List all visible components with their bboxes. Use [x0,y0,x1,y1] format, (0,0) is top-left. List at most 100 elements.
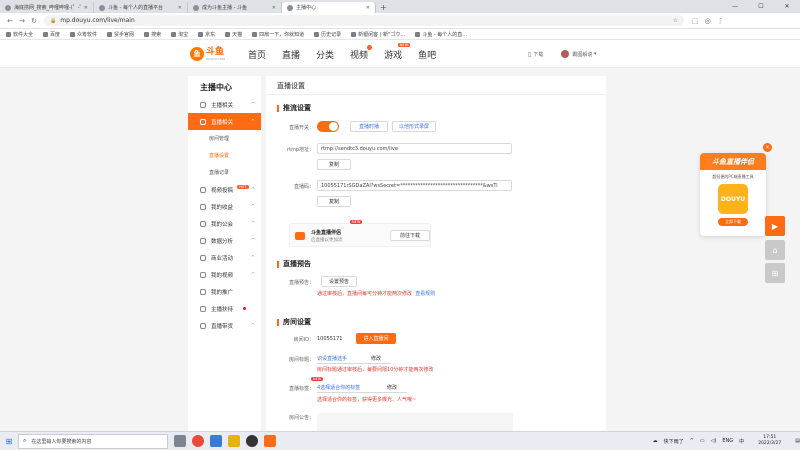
browser-tab[interactable]: 斗鱼 - 每个人的直播平台 ✕ [94,2,188,13]
enter-room-button[interactable]: 进入直播间 [356,333,396,344]
file-explorer-icon[interactable] [210,435,222,447]
browser-tab[interactable]: 成为斗鱼主播 - 斗鱼 ✕ [188,2,282,13]
live-record-button[interactable]: 直播时播 [350,121,388,132]
bookmark-item[interactable]: 京东 [198,31,215,38]
sidebar-sub-live-settings[interactable]: 直播设置 [188,147,261,164]
page-title: 直播设置 [277,82,305,90]
sidebar-item-business[interactable]: 商业活动 ^ [188,249,261,266]
copy-rtmp-button[interactable]: 复制 [317,159,351,170]
weather-text[interactable]: 快下雨了 [664,438,684,445]
bookmark-item[interactable]: 四扇一下，你就知道 [252,31,304,38]
chart-icon [200,237,206,244]
sidebar-item-guild[interactable]: 我的公会 ^ [188,215,261,232]
bookmark-item[interactable]: 历史记录 [314,31,341,38]
reload-icon[interactable]: ↻ [28,17,40,25]
bookmark-item[interactable]: 天猫 [225,31,242,38]
browser-tab-active[interactable]: 主播中心 ✕ [282,2,376,13]
network-icon[interactable]: ▭ [700,438,705,444]
chevron-icon: ^ [250,254,255,261]
nav-category[interactable]: 分类 [316,48,334,61]
ad-download-button[interactable]: 立即下载 [718,218,748,226]
close-tab-icon[interactable]: ✕ [272,5,276,11]
ime-icon[interactable]: 中 [739,438,744,445]
download-link[interactable]: 下载 [533,51,543,58]
avatar[interactable] [561,50,570,58]
chrome-icon[interactable] [192,435,204,447]
edit-title-button[interactable]: 修改 [371,355,381,362]
sidebar-item-support[interactable]: 主播扶持 [188,300,261,317]
sidebar-item-video-upload[interactable]: 视频投稿 HOT ^ [188,181,261,198]
chevron-down-icon[interactable]: ▾ [592,51,597,57]
task-view-icon[interactable] [174,435,186,447]
home-float-icon[interactable]: ⌂ [765,240,785,260]
minimize-icon[interactable]: — [722,3,748,10]
rtmp-address-field[interactable]: rtmp://sendtc3.douyu.com/live [317,143,512,154]
close-ad-icon[interactable]: × [763,143,772,152]
new-tab-button[interactable]: + [380,2,387,13]
bookmark-item[interactable]: 淘宝 [171,31,188,38]
sidebar-item-promotion[interactable]: 我的推广 [188,283,261,300]
clock[interactable]: 17:51 2022/3/27 [752,435,781,447]
sidebar-sub-room-manage[interactable]: 房间管理 [188,130,261,147]
ad-title: 斗鱼直播伴侣 [700,153,766,170]
stream-code-field[interactable]: 10055171rSGDaZAl?wsSecret=**************… [317,180,512,191]
windows-start-icon[interactable]: ⊞ [0,437,18,446]
nav-video[interactable]: 视频 [350,45,373,61]
recording-button[interactable]: 以他形式录屏 [392,121,436,132]
close-tab-icon[interactable]: ✕ [366,5,370,11]
live-toggle[interactable] [317,121,339,132]
close-tab-icon[interactable]: ✕ [84,5,88,11]
bookmark-item[interactable]: 软件大全 [6,31,33,38]
bookmark-item[interactable]: 新银闲客 | 新"ゴウ… [351,31,405,38]
section-stream-settings: 推流设置 [277,103,311,113]
nav-game[interactable]: 游戏 NEW [384,43,411,61]
douyu-logo[interactable]: 鱼 斗鱼 DOUYU.COM [190,44,234,64]
companion-ad[interactable]: 斗鱼直播伴侣 超轻便的PC端直播工具 DOUYU 立即下载 [700,153,766,236]
bookmark-item[interactable]: 斗鱼 - 每个人的直... [415,31,467,38]
extension-icons[interactable]: ⬚◎⋮ [692,17,730,25]
view-rules-link[interactable]: 查看规则 [415,291,435,297]
nav-fishbar[interactable]: 鱼吧 [418,48,436,61]
set-preview-button[interactable]: 设置预告 [321,276,357,287]
username[interactable]: 霸图解说 [572,51,592,58]
url-bar[interactable]: 🔒 mp.douyu.com/live/main ☆ [44,15,684,26]
sidebar-item-earnings[interactable]: 我的收益 ^ [188,198,261,215]
close-window-icon[interactable]: ✕ [774,3,800,10]
volume-icon[interactable]: ◁) [711,438,717,444]
nav-home[interactable]: 首页 [248,48,266,61]
app-icon[interactable] [228,435,240,447]
search-icon: ⌕ [23,437,27,444]
room-title-label: 房间标题： [288,357,314,363]
sidebar-item-streamer[interactable]: 主播相关 ^ [188,96,261,113]
tray-arrow-icon[interactable]: ^ [690,438,694,444]
download-companion-button[interactable]: 前往下载 [390,230,430,241]
forward-icon[interactable]: → [16,17,28,25]
sidebar-item-live[interactable]: 直播相关 ^ [188,113,261,130]
chevron-icon: ^ [250,237,255,244]
back-icon[interactable]: ← [4,17,16,25]
chevron-icon: ^ [250,203,255,210]
app-icon[interactable] [246,435,258,447]
sidebar-item-my-videos[interactable]: 我的视频 ^ [188,266,261,283]
language-indicator[interactable]: ENG [722,438,733,444]
nav-live[interactable]: 直播 [282,48,300,61]
close-tab-icon[interactable]: ✕ [178,5,182,11]
maximize-icon[interactable]: ☐ [748,3,774,10]
taskbar-search[interactable]: ⌕ 在这里输入你要搜索的内容 [18,433,168,449]
app-float-icon[interactable]: ⊞ [765,263,785,283]
sidebar-item-analytics[interactable]: 数据分析 ^ [188,232,261,249]
bookmark-item[interactable]: 贸手官网 [107,31,134,38]
sidebar-sub-live-records[interactable]: 直播记录 [188,164,261,181]
bookmark-item[interactable]: 众筹软件 [70,31,97,38]
bookmark-item[interactable]: 百度 [43,31,60,38]
sidebar-item-commerce[interactable]: 直播带货 ^ [188,317,261,334]
bookmark-icon [6,31,11,37]
bookmark-item[interactable]: 搜索 [144,31,161,38]
play-float-icon[interactable]: ▶ [765,216,785,236]
browser-tab[interactable]: 海底捞网_搜索_哔哩哔哩-(゜-゜)つロ✕ [0,2,94,13]
bookmark-star-icon[interactable]: ☆ [673,17,678,24]
copy-code-button[interactable]: 复制 [317,196,351,207]
notification-icon[interactable]: ▤ [795,438,800,444]
edit-tag-button[interactable]: 修改 [387,384,397,391]
douyu-app-icon[interactable] [264,435,276,447]
